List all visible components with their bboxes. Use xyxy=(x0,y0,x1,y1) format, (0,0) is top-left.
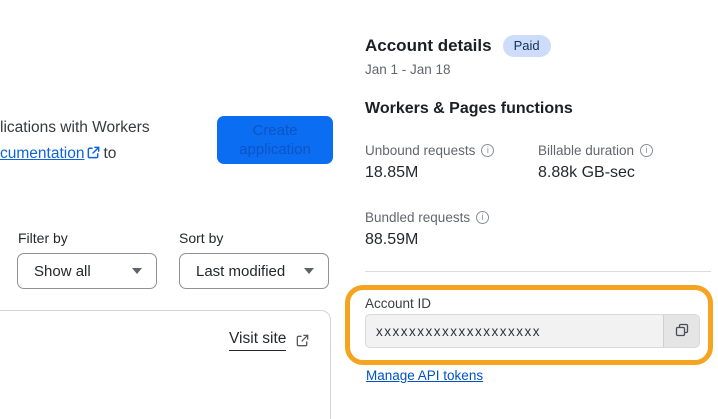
manage-api-tokens-link[interactable]: Manage API tokens xyxy=(366,368,483,383)
divider xyxy=(365,271,711,272)
metric-value: 18.85M xyxy=(365,164,419,181)
date-range: Jan 1 - Jan 18 xyxy=(365,62,451,77)
sort-by-label: Sort by xyxy=(179,230,224,246)
info-icon[interactable]: i xyxy=(476,211,490,224)
metric-label: Unbound requests xyxy=(365,143,476,158)
create-application-button[interactable]: Create application xyxy=(217,116,333,164)
filter-by-label: Filter by xyxy=(18,230,68,246)
account-details-title: Account details xyxy=(365,36,492,55)
paid-badge: Paid xyxy=(502,35,551,57)
metric-unbound-requests: Unbound requests i 18.85M xyxy=(365,143,535,182)
intro-line-1: lications with Workers xyxy=(0,119,150,136)
copy-icon xyxy=(674,322,690,341)
external-link-icon xyxy=(86,145,101,160)
metric-billable-duration: Billable duration i 8.88k GB-sec xyxy=(538,143,708,182)
metric-value: 8.88k GB-sec xyxy=(538,164,635,181)
intro-line-2: cumentation to xyxy=(0,141,150,167)
workers-pages-functions-title: Workers & Pages functions xyxy=(365,100,573,117)
filter-dropdown-value: Show all xyxy=(34,262,91,280)
site-card xyxy=(0,310,331,419)
visit-site-link[interactable]: Visit site xyxy=(229,330,312,351)
intro-text: lications with Workers cumentation to xyxy=(0,115,150,167)
metric-bundled-requests: Bundled requests i 88.59M xyxy=(365,210,535,249)
external-link-icon xyxy=(295,333,310,348)
visit-site-label: Visit site xyxy=(229,330,287,351)
chevron-down-icon xyxy=(304,268,314,274)
filter-dropdown[interactable]: Show all xyxy=(17,253,157,289)
metric-label: Billable duration xyxy=(538,143,635,158)
workers-pages-dashboard: lications with Workers cumentation to Cre… xyxy=(0,0,718,419)
sort-dropdown[interactable]: Last modified xyxy=(179,253,329,289)
account-id-input[interactable] xyxy=(366,315,663,347)
info-icon[interactable]: i xyxy=(481,144,495,157)
metric-value: 88.59M xyxy=(365,231,419,248)
account-id-label: Account ID xyxy=(365,296,432,311)
intro-suffix: to xyxy=(103,145,117,162)
chevron-down-icon xyxy=(132,268,142,274)
info-icon[interactable]: i xyxy=(640,144,654,157)
metric-label: Bundled requests xyxy=(365,210,471,225)
copy-button[interactable] xyxy=(663,315,699,347)
account-id-field-row xyxy=(365,314,700,348)
sort-dropdown-value: Last modified xyxy=(196,262,286,280)
documentation-link[interactable]: cumentation xyxy=(0,145,84,162)
